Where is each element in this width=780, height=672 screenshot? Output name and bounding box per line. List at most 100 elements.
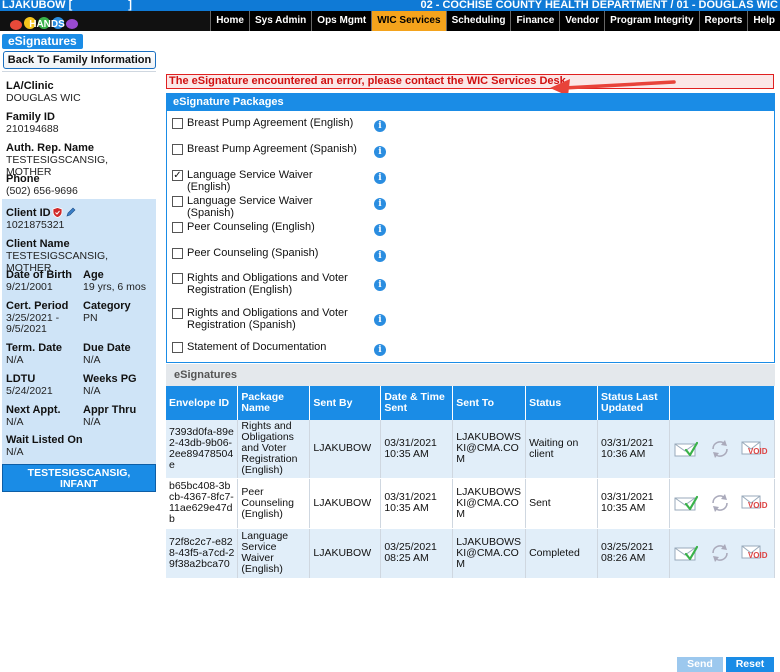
cell-updated: 03/31/2021 10:36 AM — [597, 420, 670, 479]
column-header-actions — [669, 386, 776, 420]
term-date-value: N/A — [6, 354, 24, 366]
hands-logo: HANDS — [8, 11, 86, 31]
info-icon[interactable]: i — [374, 314, 386, 326]
auth-rep-label: Auth. Rep. Name — [6, 142, 95, 154]
package-checkbox[interactable] — [172, 196, 183, 207]
info-icon[interactable]: i — [374, 172, 386, 184]
cert-period-end: 9/5/2021 — [6, 323, 47, 335]
resend-envelope-icon[interactable] — [673, 492, 699, 514]
column-header: Date & Time Sent — [380, 386, 454, 420]
info-icon[interactable]: i — [374, 198, 386, 210]
row-actions: VOID — [669, 478, 776, 529]
package-row: Peer Counseling (English) i — [170, 221, 770, 236]
package-label: Language Service Waiver (English) — [187, 169, 313, 193]
info-icon[interactable]: i — [374, 279, 386, 291]
esignature-packages-panel: eSignature Packages Breast Pump Agreemen… — [166, 93, 775, 363]
void-envelope-icon[interactable]: VOID — [741, 438, 768, 460]
package-checkbox[interactable] — [172, 248, 183, 259]
info-icon[interactable]: i — [374, 250, 386, 262]
package-checkbox[interactable] — [172, 273, 183, 284]
esignatures-header: eSignatures — [166, 364, 775, 386]
cell-sent: 03/25/2021 08:25 AM — [380, 528, 454, 579]
ldtu-value: 5/24/2021 — [6, 385, 53, 397]
refresh-status-icon[interactable] — [707, 542, 733, 564]
nav-tab-finance[interactable]: Finance — [510, 11, 560, 31]
package-checkbox[interactable] — [172, 308, 183, 319]
dob-label: Date of Birth — [6, 269, 72, 281]
package-row: Rights and Obligations and Voter Registr… — [170, 272, 770, 298]
cell-sent-by: LJAKUBOW — [309, 478, 382, 529]
void-envelope-icon[interactable]: VOID — [741, 492, 768, 514]
footer-bar — [0, 656, 780, 672]
infant-name-line2: INFANT — [60, 478, 98, 490]
cell-sent-to: LJAKUBOWSKI@CMA.COM — [452, 420, 527, 479]
column-header: Sent To — [452, 386, 527, 420]
table-row: 7393d0fa-89e2-43db-9b06-2ee89478504e Righ… — [166, 420, 776, 479]
nav-tab-ops-mgmt[interactable]: Ops Mgmt — [311, 11, 372, 31]
package-label: Breast Pump Agreement (Spanish) — [187, 143, 357, 155]
void-envelope-icon[interactable]: VOID — [741, 542, 768, 564]
packages-header: eSignature Packages — [167, 94, 774, 111]
weeks-pg-label: Weeks PG — [83, 373, 137, 385]
nav-tab-wic-services[interactable]: WIC Services — [371, 11, 446, 31]
back-to-family-button[interactable]: Back To Family Information — [3, 51, 156, 69]
age-label: Age — [83, 269, 104, 281]
cell-sent-to: LJAKUBOWSKI@CMA.COM — [452, 478, 527, 529]
category-label: Category — [83, 300, 131, 312]
send-button[interactable]: Send — [677, 657, 723, 672]
nav-tab-sys-admin[interactable]: Sys Admin — [248, 11, 312, 31]
table-header-row: Envelope ID Package Name Sent By Date & Tim… — [166, 386, 776, 420]
family-id-label: Family ID — [6, 111, 55, 123]
package-checkbox[interactable] — [172, 144, 183, 155]
column-header: Envelope ID — [166, 386, 239, 420]
nav-tab-help[interactable]: Help — [747, 11, 780, 31]
term-date-label: Term. Date — [6, 342, 63, 354]
cell-package: Peer Counseling (English) — [237, 478, 311, 529]
resend-envelope-icon[interactable] — [673, 438, 699, 460]
refresh-status-icon[interactable] — [707, 492, 733, 514]
infant-client-button[interactable]: TESTESIGSCANSIG, INFANT — [2, 464, 156, 492]
dob-value: 9/21/2001 — [6, 281, 53, 293]
package-checkbox[interactable] — [172, 342, 183, 353]
resend-envelope-icon[interactable] — [673, 542, 699, 564]
column-header: Status — [525, 386, 599, 420]
client-name-label: Client Name — [6, 238, 70, 250]
nav-tab-vendor[interactable]: Vendor — [559, 11, 605, 31]
cell-updated: 03/25/2021 08:26 AM — [597, 528, 670, 579]
package-checkbox[interactable]: ✓ — [172, 170, 183, 181]
reset-button[interactable]: Reset — [726, 657, 774, 672]
nav-tab-reports[interactable]: Reports — [698, 11, 748, 31]
age-value: 19 yrs, 6 mos — [83, 281, 147, 293]
phone-label: Phone — [6, 173, 40, 185]
package-checkbox[interactable] — [172, 118, 183, 129]
refresh-status-icon[interactable] — [707, 438, 733, 460]
cell-envelope: b65bc408-3bcb-4367-8fc7-11ae629e47db — [166, 478, 239, 529]
edit-pencil-icon[interactable] — [65, 207, 76, 218]
wait-listed-label: Wait Listed On — [6, 434, 83, 446]
info-icon[interactable]: i — [374, 344, 386, 356]
column-header: Package Name — [237, 386, 311, 420]
info-icon[interactable]: i — [374, 120, 386, 132]
package-label: Rights and Obligations and Voter Registr… — [187, 307, 348, 331]
table-row: 72f8c2c7-e828-43f5-a7cd-29f38a2bca70 Lang… — [166, 528, 776, 579]
nav-tab-scheduling[interactable]: Scheduling — [445, 11, 511, 31]
package-checkbox[interactable] — [172, 222, 183, 233]
logo-text: HANDS — [29, 19, 65, 30]
due-date-label: Due Date — [83, 342, 131, 354]
package-row: Language Service Waiver (Spanish) i — [170, 195, 770, 219]
client-id-label: Client ID — [6, 207, 51, 219]
package-label: Peer Counseling (English) — [187, 221, 315, 233]
info-icon[interactable]: i — [374, 224, 386, 236]
package-label: Breast Pump Agreement (English) — [187, 117, 354, 129]
nav-tab-program-integrity[interactable]: Program Integrity — [604, 11, 699, 31]
info-icon[interactable]: i — [374, 146, 386, 158]
row-actions: VOID — [669, 420, 776, 479]
error-message: The eSignature encountered an error, ple… — [166, 74, 774, 89]
cell-sent: 03/31/2021 10:35 AM — [380, 420, 454, 479]
shield-icon[interactable] — [52, 207, 63, 218]
row-actions: VOID — [669, 528, 776, 579]
nav-tab-home[interactable]: Home — [210, 11, 249, 31]
top-bar: LJAKUBOW [] 02 - COCHISE COUNTY HEALTH D… — [0, 0, 780, 11]
package-label: Language Service Waiver (Spanish) — [187, 195, 313, 219]
page-title: eSignatures — [2, 34, 83, 49]
